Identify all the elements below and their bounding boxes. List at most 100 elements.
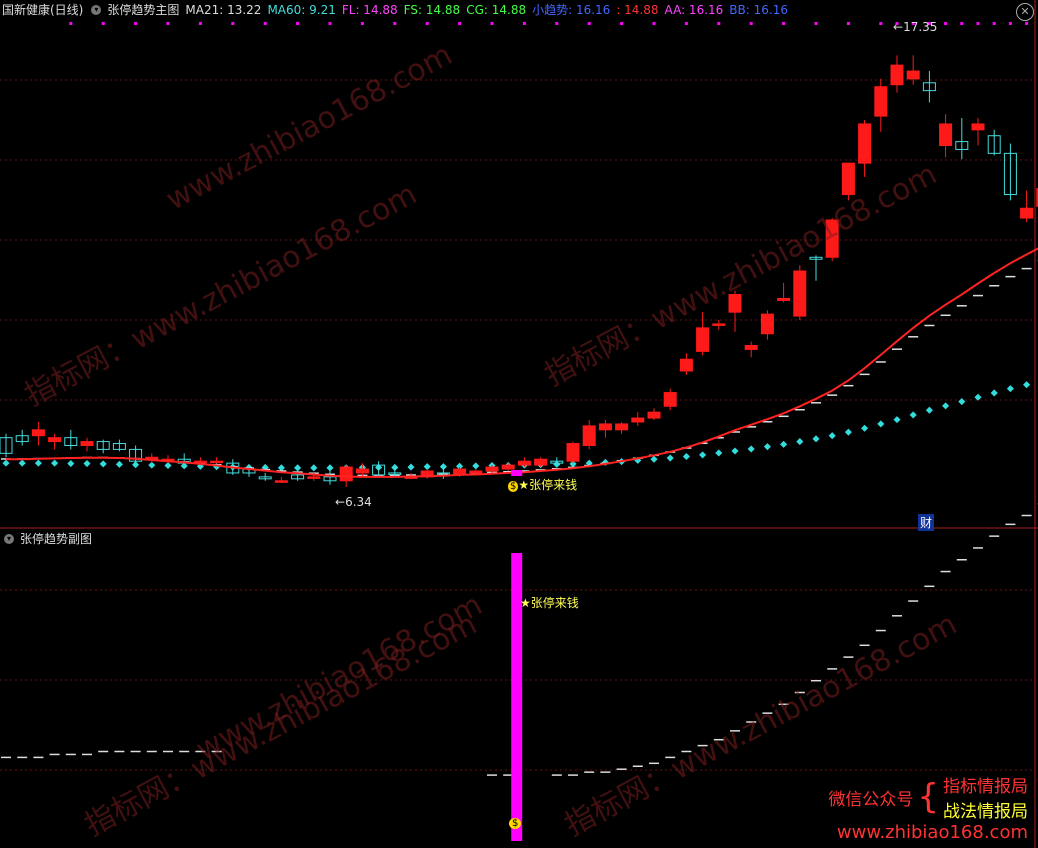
sub-indicator-name[interactable]: 张停趋势副图 — [20, 532, 92, 546]
indicator-value: : 14.88 — [616, 3, 659, 17]
ma60-point — [812, 435, 820, 443]
indicator-value: MA60: 9.21 — [267, 3, 336, 17]
indicator-value: 小趋势: 16.16 — [532, 3, 611, 17]
indicator-name[interactable]: 张停趋势主图 — [107, 3, 179, 17]
top-dot — [555, 22, 559, 25]
ma60-point — [2, 459, 10, 467]
footer-url[interactable]: www.zhibiao168.com — [828, 822, 1028, 843]
top-dot — [458, 22, 462, 25]
top-dot — [587, 22, 591, 25]
top-dot — [976, 22, 980, 25]
ma60-point — [925, 406, 933, 414]
candle-body — [890, 64, 904, 86]
top-dot — [134, 22, 138, 25]
top-dot — [782, 22, 786, 25]
top-dot — [263, 22, 267, 25]
candle-body — [80, 441, 94, 446]
ma60-point — [83, 459, 91, 468]
collapse-icon[interactable]: ▾ — [91, 4, 102, 15]
candle-body — [582, 425, 596, 446]
ma60-point — [877, 420, 885, 428]
ma60-point — [472, 462, 480, 470]
top-dot — [101, 22, 105, 25]
top-dot — [198, 22, 202, 25]
footer-line1: 指标情报局 — [943, 777, 1028, 797]
high-price-label: ←17.35 — [893, 20, 938, 34]
indicator-value: FL: 14.88 — [341, 3, 398, 17]
candle-body — [355, 468, 369, 474]
candle-body — [971, 123, 985, 131]
footer-line2: 战法情报局 — [943, 802, 1028, 822]
candle-body — [728, 294, 742, 313]
ma60-point — [115, 460, 123, 468]
candle-body — [793, 270, 807, 317]
indicator-values: MA21: 13.22 MA60: 9.21 FL: 14.88 FS: 14.88 C… — [185, 3, 794, 17]
candle-body — [696, 327, 710, 352]
low-price-label: ←6.34 — [335, 495, 372, 509]
ma60-point — [666, 454, 674, 462]
candle-body — [274, 480, 288, 483]
candle-body — [566, 443, 580, 462]
candle-body — [939, 123, 953, 147]
close-icon[interactable]: ✕ — [1016, 3, 1034, 21]
ma60-point — [51, 459, 59, 467]
top-dot — [960, 22, 964, 25]
ma60-point — [796, 438, 804, 446]
top-dot — [652, 22, 656, 25]
chart-canvas[interactable] — [0, 0, 1038, 848]
ma60-point — [763, 443, 771, 451]
top-dot — [166, 22, 170, 25]
ma60-point — [828, 432, 836, 440]
candle-body — [663, 392, 677, 407]
finance-badge[interactable]: 财 — [918, 514, 935, 531]
ma60-point — [715, 449, 723, 457]
top-dot — [231, 22, 235, 25]
top-dot — [992, 22, 996, 25]
top-dot — [684, 22, 688, 25]
top-dot — [717, 22, 721, 25]
candle-body — [485, 466, 499, 472]
ma60-point — [909, 411, 917, 419]
candle-body — [469, 470, 483, 474]
ma60-point — [407, 463, 415, 471]
top-dot — [1025, 22, 1029, 25]
candle-body — [31, 429, 45, 437]
signal-label: $ ★张停来钱 — [508, 478, 578, 492]
ma60-point — [958, 398, 966, 406]
ma60-point — [747, 445, 755, 453]
footer-wechat: 微信公众号 — [828, 789, 914, 810]
ma60-point — [34, 459, 42, 467]
ma60-point — [682, 452, 690, 461]
top-dot — [879, 22, 883, 25]
candle-body — [1020, 207, 1034, 219]
candle-body — [48, 437, 62, 443]
candle-body — [615, 423, 629, 431]
collapse-icon[interactable]: ▾ — [4, 533, 14, 544]
candle-body — [193, 460, 207, 464]
candle-body — [210, 460, 224, 464]
top-dot — [620, 22, 624, 25]
top-dot — [296, 22, 300, 25]
ma60-point — [990, 389, 998, 397]
top-dot — [360, 22, 364, 25]
ma60-point — [1006, 385, 1014, 393]
ma60-point — [780, 440, 788, 448]
ma60-point — [844, 428, 852, 436]
candle-body — [679, 358, 693, 372]
indicator-value: AA: 16.16 — [664, 3, 724, 17]
candle-body — [874, 86, 888, 117]
top-dot — [814, 22, 818, 25]
ma60-point — [893, 416, 901, 424]
candle-body — [906, 70, 920, 80]
stock-name[interactable]: 国新健康(日线) — [2, 3, 83, 17]
top-dot — [846, 22, 850, 25]
top-dot — [1008, 22, 1012, 25]
candle-body — [744, 345, 758, 350]
top-dot — [749, 22, 753, 25]
candle-body — [501, 464, 515, 470]
indicator-value: MA21: 13.22 — [185, 3, 262, 17]
ma60-point — [99, 460, 107, 468]
main-header: 国新健康(日线) ▾ 张停趋势主图 MA21: 13.22 MA60: 9.21 FL: … — [2, 0, 800, 20]
ma60-point — [699, 451, 707, 459]
candle-body — [760, 313, 774, 335]
